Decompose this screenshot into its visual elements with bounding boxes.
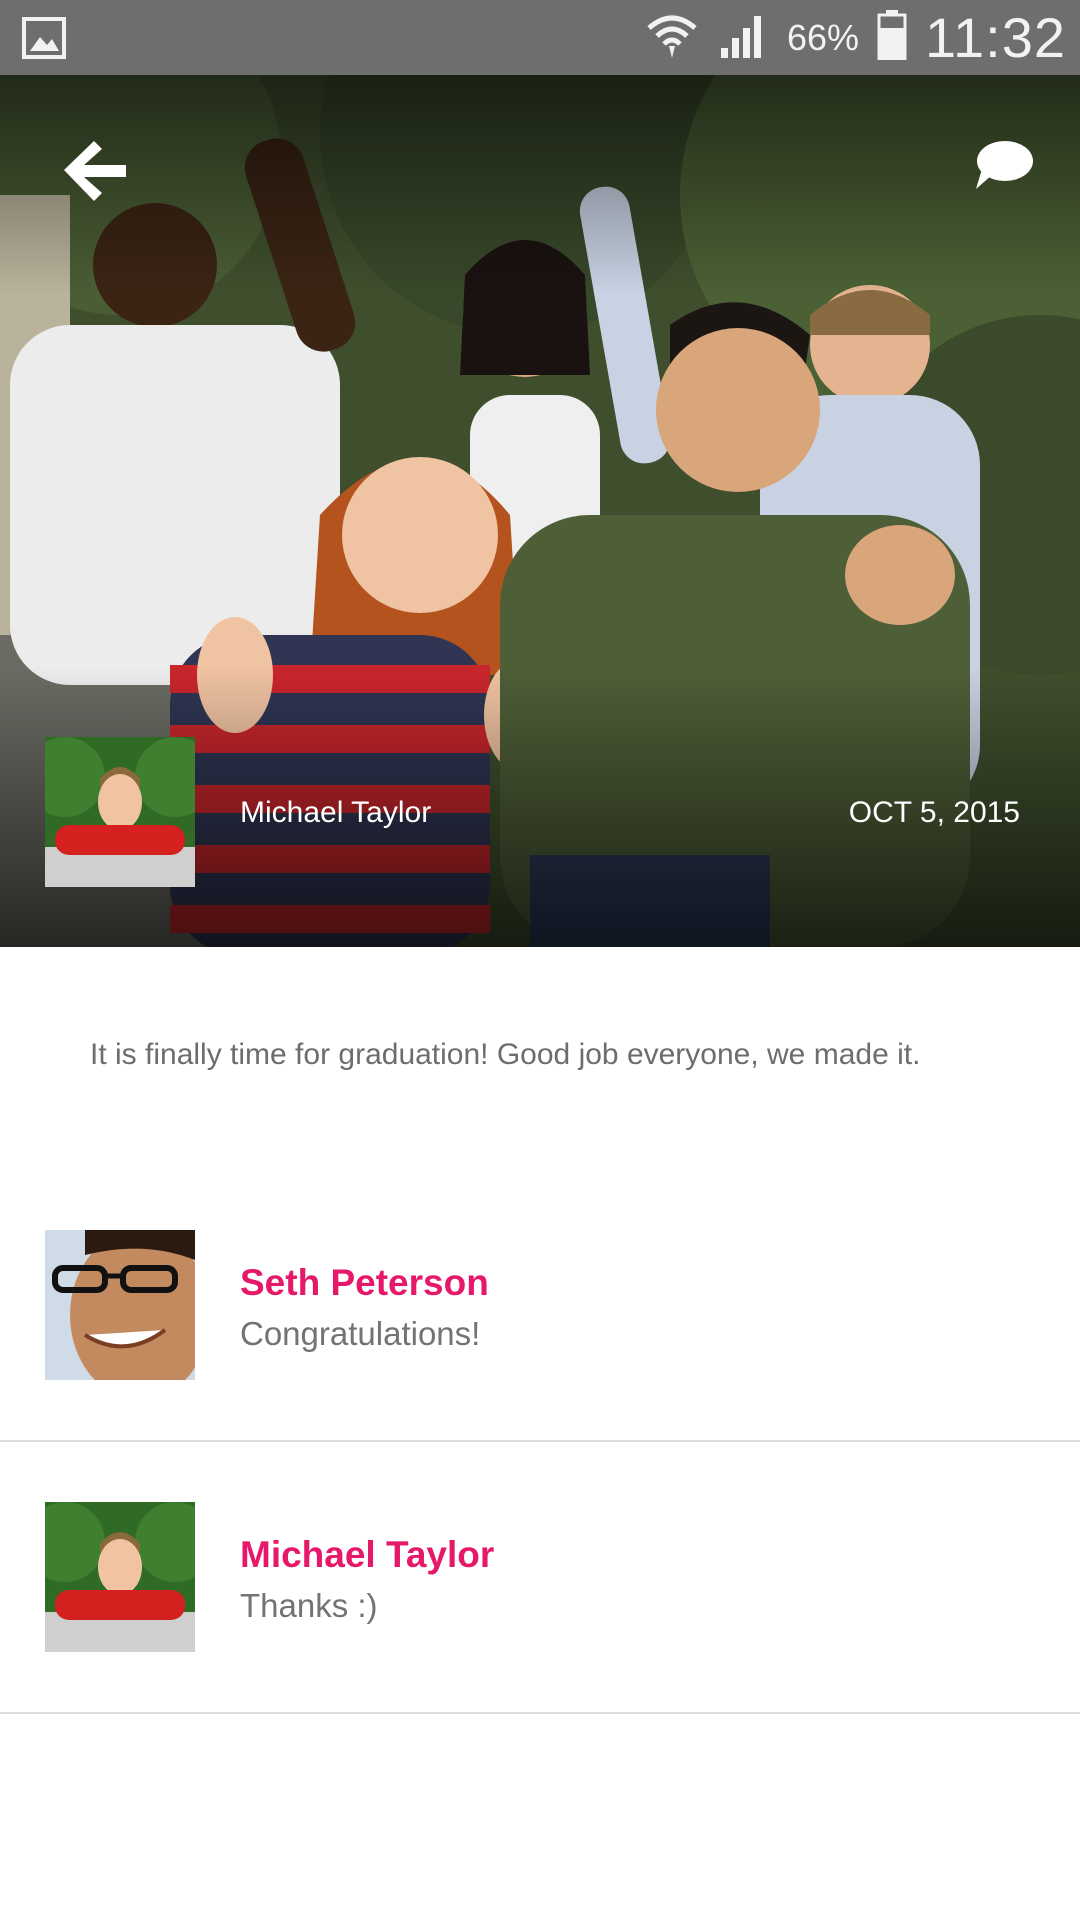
gallery-icon	[22, 17, 66, 64]
commenter-avatar[interactable]	[45, 1502, 195, 1652]
signal-icon	[717, 10, 769, 65]
hero-top-shade	[0, 75, 1080, 295]
comment-item[interactable]: Michael Taylor Thanks :)	[0, 1502, 1080, 1714]
battery-percent: 66%	[786, 16, 860, 58]
post-date: OCT 5, 2015	[848, 796, 1020, 829]
author-avatar-image	[45, 737, 195, 887]
comment-text: Congratulations!	[240, 1315, 481, 1352]
back-button[interactable]	[60, 135, 130, 205]
commenter-avatar-image	[45, 1502, 195, 1652]
battery-icon	[877, 10, 907, 65]
commenter-name[interactable]: Michael Taylor	[240, 1534, 494, 1576]
status-bar: 66% 11:32	[0, 0, 1080, 75]
back-arrow-icon	[64, 141, 126, 201]
commenter-avatar-image	[45, 1230, 195, 1380]
post-photo: Michael Taylor OCT 5, 2015	[0, 75, 1080, 947]
wifi-icon	[645, 8, 699, 67]
author-avatar[interactable]	[45, 737, 195, 887]
comment-item[interactable]: Seth Peterson Congratulations!	[0, 1230, 1080, 1442]
chat-bubble-icon	[976, 141, 1033, 189]
clock: 11:32	[925, 6, 1066, 69]
comment-button[interactable]	[974, 139, 1034, 195]
commenter-avatar[interactable]	[45, 1230, 195, 1380]
commenter-name[interactable]: Seth Peterson	[240, 1262, 489, 1304]
post-body: It is finally time for graduation! Good …	[90, 1038, 921, 1071]
comment-text: Thanks :)	[240, 1587, 378, 1624]
author-name[interactable]: Michael Taylor	[240, 796, 431, 830]
